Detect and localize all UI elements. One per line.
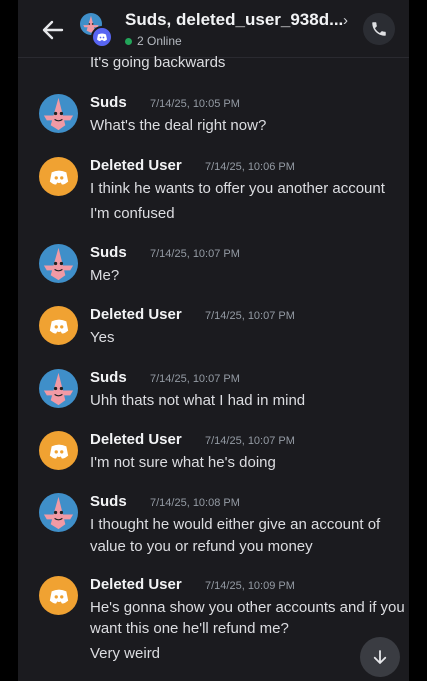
author-name[interactable]: Suds: [90, 369, 127, 386]
chat-header: Suds, deleted_user_938d... › 2 Online: [18, 0, 409, 58]
suds-avatar[interactable]: [39, 369, 78, 408]
timestamp: 7/14/25, 10:06 PM: [205, 161, 295, 173]
message-text: I'm confused: [90, 205, 175, 222]
timestamp: 7/14/25, 10:07 PM: [205, 435, 295, 447]
author-name[interactable]: Deleted User: [90, 576, 182, 593]
discord-logo-icon: [91, 26, 113, 48]
message-text: He's gonna show you other accounts and i…: [90, 599, 405, 616]
discord-logo-icon[interactable]: [39, 306, 78, 345]
timestamp: 7/14/25, 10:07 PM: [150, 373, 240, 385]
timestamp: 7/14/25, 10:08 PM: [150, 497, 240, 509]
message-text: Very weird: [90, 645, 161, 662]
message-continuation: It's going backwards: [90, 54, 226, 71]
message-list[interactable]: It's going backwards Suds 7/14/25, 10:05…: [18, 54, 409, 681]
message-text: Uhh thats not what I had in mind: [90, 392, 306, 409]
author-name[interactable]: Suds: [90, 94, 127, 111]
arrow-down-icon: [373, 650, 387, 664]
back-arrow-icon[interactable]: [40, 17, 66, 43]
discord-logo-icon[interactable]: [39, 576, 78, 615]
suds-avatar[interactable]: [39, 244, 78, 283]
timestamp: 7/14/25, 10:05 PM: [150, 98, 240, 110]
author-name[interactable]: Deleted User: [90, 431, 182, 448]
message-text: I'm not sure what he's doing: [90, 454, 276, 471]
chevron-right-icon[interactable]: ›: [343, 12, 348, 29]
dm-screen: Suds, deleted_user_938d... › 2 Online It…: [18, 0, 409, 681]
message-text: I thought he would either give an accoun…: [90, 516, 381, 533]
group-avatar[interactable]: [80, 13, 114, 48]
suds-avatar[interactable]: [39, 493, 78, 532]
jump-to-bottom-button[interactable]: [360, 637, 400, 677]
timestamp: 7/14/25, 10:09 PM: [205, 580, 295, 592]
author-name[interactable]: Deleted User: [90, 306, 182, 323]
message-text: value to you or refund you money: [90, 538, 313, 555]
online-count: 2 Online: [137, 34, 182, 48]
message-text: What's the deal right now?: [90, 117, 267, 134]
online-dot-icon: [125, 37, 132, 45]
suds-avatar[interactable]: [39, 94, 78, 133]
chat-title[interactable]: Suds, deleted_user_938d...: [125, 10, 343, 30]
discord-logo-icon[interactable]: [39, 157, 78, 196]
call-button[interactable]: [363, 13, 395, 45]
message-text: Yes: [90, 329, 115, 346]
message-text: I think he wants to offer you another ac…: [90, 180, 385, 197]
timestamp: 7/14/25, 10:07 PM: [205, 310, 295, 322]
timestamp: 7/14/25, 10:07 PM: [150, 248, 240, 260]
message-text: want this one he'll refund me?: [90, 620, 289, 637]
message-text: Me?: [90, 267, 120, 284]
phone-icon: [372, 22, 386, 36]
online-status: 2 Online: [125, 34, 182, 48]
author-name[interactable]: Suds: [90, 244, 127, 261]
author-name[interactable]: Deleted User: [90, 157, 182, 174]
author-name[interactable]: Suds: [90, 493, 127, 510]
discord-logo-icon[interactable]: [39, 431, 78, 470]
